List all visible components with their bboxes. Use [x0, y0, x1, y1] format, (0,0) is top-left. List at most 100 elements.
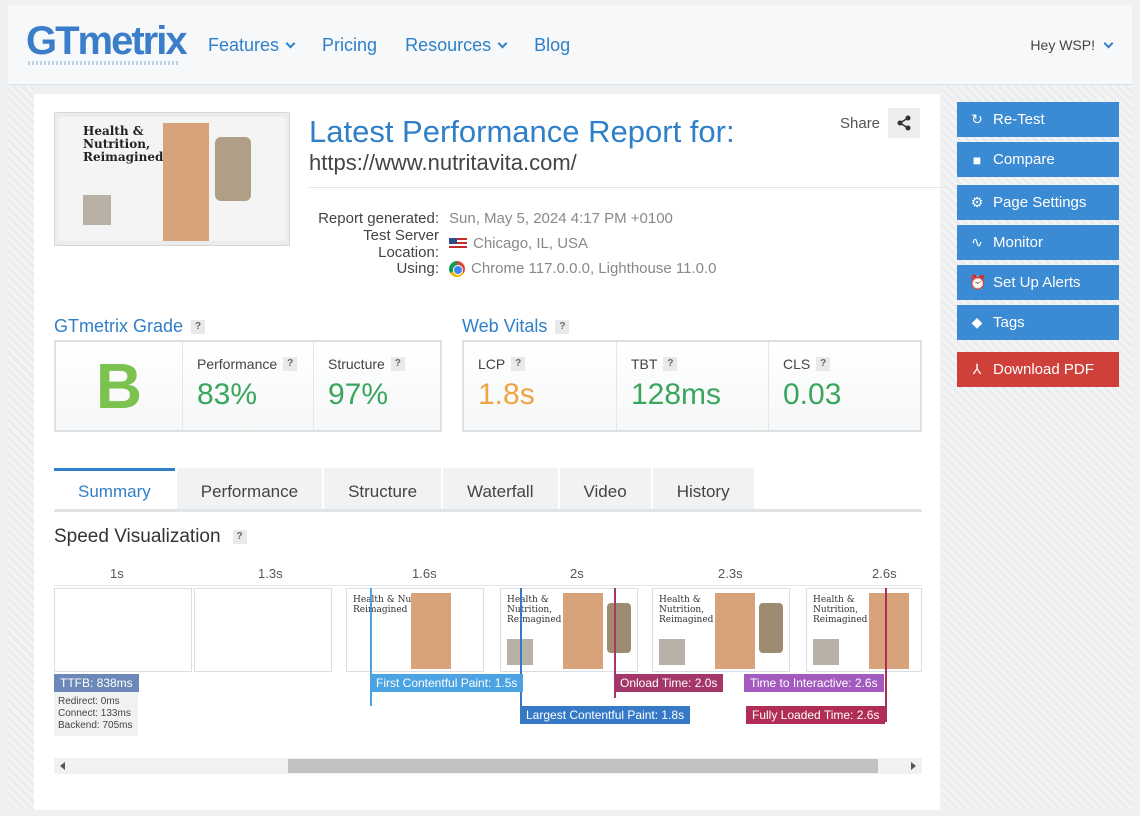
lcp-label-wrap: LCP ?: [478, 356, 602, 372]
lcp-label: LCP: [478, 356, 506, 372]
tab-history[interactable]: History: [652, 468, 754, 509]
scroll-left-icon[interactable]: [60, 762, 65, 770]
nav-blog[interactable]: Blog: [534, 35, 570, 56]
frame-heading-line: Reimagined: [659, 615, 714, 625]
logo-underline: [28, 61, 180, 65]
location-value: Chicago, IL, USA: [473, 235, 589, 252]
connect-time: Connect: 133ms: [58, 708, 131, 719]
tab-structure[interactable]: Structure: [324, 468, 442, 509]
help-icon[interactable]: ?: [191, 319, 206, 334]
action-sidebar: ↻ Re-Test ■ Compare ⚙ Page Settings ∿ Mo…: [957, 102, 1119, 392]
location-label: Test Server Location:: [363, 226, 439, 261]
nav-blog-label: Blog: [534, 35, 571, 55]
scroll-right-icon[interactable]: [911, 762, 916, 770]
pdf-icon: ⅄: [972, 361, 982, 377]
help-icon[interactable]: ?: [663, 357, 678, 371]
timeline-tick: 1s: [110, 566, 124, 581]
frame-heading-line: Reimagined: [353, 605, 408, 615]
retest-label: Re-Test: [993, 111, 1045, 128]
ttfb-breakdown: Redirect: 0ms Connect: 133ms Backend: 70…: [54, 692, 138, 736]
fully-loaded-marker[interactable]: Fully Loaded Time: 2.6s: [746, 706, 886, 724]
timeline-axis: 1s 1.3s 1.6s 2s 2.3s 2.6s: [54, 564, 922, 586]
tab-video[interactable]: Video: [559, 468, 651, 509]
thumbnail-card: [163, 123, 209, 241]
vitals-section-title: Web Vitals ?: [462, 316, 570, 337]
grade-box: B Performance ? 83% Structure ? 97%: [54, 340, 442, 432]
help-icon[interactable]: ?: [283, 357, 298, 371]
nav-pricing-label: Pricing: [322, 35, 378, 55]
nav-resources[interactable]: Resources: [405, 35, 508, 56]
ttfb-marker[interactable]: TTFB: 838ms: [54, 674, 139, 692]
nav-pricing[interactable]: Pricing: [322, 35, 377, 56]
timeline-tick: 2s: [570, 566, 584, 581]
share-button[interactable]: [888, 108, 921, 138]
report-url[interactable]: https://www.nutritavita.com/: [309, 150, 577, 176]
user-menu[interactable]: Hey WSP!: [1030, 37, 1114, 53]
page-screenshot-thumbnail[interactable]: Health & Nutrition, Reimagined: [54, 112, 290, 246]
horizontal-scrollbar[interactable]: [54, 758, 922, 774]
download-pdf-button[interactable]: ⅄ Download PDF: [957, 352, 1119, 387]
help-icon[interactable]: ?: [511, 357, 526, 371]
frame-card: [411, 593, 451, 669]
help-icon[interactable]: ?: [555, 319, 570, 334]
tab-performance[interactable]: Performance: [176, 468, 323, 509]
frame-heading: Health & Nutrition, Reimagined: [507, 595, 561, 625]
performance-value: 83%: [197, 378, 258, 411]
cls-value: 0.03: [783, 378, 842, 411]
lcp-marker[interactable]: Largest Contentful Paint: 1.8s: [520, 706, 691, 724]
scroll-thumb[interactable]: [288, 759, 878, 773]
cls-label-wrap: CLS ?: [783, 356, 906, 372]
fully-loaded-line: [885, 588, 887, 722]
frame-heading-line: Health &: [507, 595, 549, 605]
redirect-time: Redirect: 0ms: [58, 696, 120, 707]
tbt-cell: TBT ? 128ms: [616, 342, 768, 430]
page-settings-button[interactable]: ⚙ Page Settings: [957, 185, 1119, 220]
report-tabs: Summary Performance Structure Waterfall …: [54, 468, 922, 512]
meta-using: Using: Chrome 117.0.0.0, Lighthouse 11.0…: [309, 256, 729, 281]
nav-features[interactable]: Features: [208, 35, 296, 56]
frame-heading-line: Nutrition,: [507, 605, 553, 615]
lcp-value: 1.8s: [478, 378, 535, 411]
tab-waterfall[interactable]: Waterfall: [443, 468, 558, 509]
performance-label: Performance: [197, 356, 278, 372]
tags-label: Tags: [993, 314, 1025, 331]
using-value-wrap: Chrome 117.0.0.0, Lighthouse 11.0.0: [449, 260, 716, 277]
vitals-box: LCP ? 1.8s TBT ? 128ms CLS ? 0.03: [462, 340, 922, 432]
performance-cell: Performance ? 83%: [182, 342, 313, 430]
tags-button[interactable]: ◆ Tags: [957, 305, 1119, 340]
film-frame-blank: [194, 588, 332, 672]
frame-image: [659, 639, 685, 665]
speed-visualization-title: Speed Visualization ?: [54, 526, 247, 548]
chevron-down-icon: [497, 38, 508, 49]
alerts-button[interactable]: ⏰ Set Up Alerts: [957, 265, 1119, 300]
fcp-marker[interactable]: First Contentful Paint: 1.5s: [370, 674, 524, 692]
share-label: Share: [840, 114, 881, 132]
help-icon[interactable]: ?: [816, 357, 831, 371]
structure-value: 97%: [328, 378, 389, 411]
share-icon: [897, 115, 911, 131]
monitor-button[interactable]: ∿ Monitor: [957, 225, 1119, 260]
report-title: Latest Performance Report for:: [309, 114, 735, 149]
thumbnail-image: [83, 195, 111, 225]
nav-resources-label: Resources: [405, 35, 492, 55]
timeline-tick: 2.3s: [718, 566, 743, 581]
pulse-icon: ∿: [971, 234, 983, 250]
tab-summary[interactable]: Summary: [54, 468, 175, 509]
help-icon[interactable]: ?: [232, 530, 247, 544]
share-control[interactable]: Share: [840, 108, 921, 138]
cls-label: CLS: [783, 356, 811, 372]
frame-heading: Health & Nutrition, Reimagined: [659, 595, 713, 625]
alarm-clock-icon: ⏰: [969, 274, 987, 290]
structure-cell: Structure ? 97%: [313, 342, 440, 430]
page-settings-label: Page Settings: [993, 194, 1087, 211]
frame-heading: Health & Nutrition, Reimagined: [813, 595, 867, 625]
monitor-label: Monitor: [993, 234, 1044, 251]
retest-button[interactable]: ↻ Re-Test: [957, 102, 1119, 137]
frame-heading-line: Health &: [659, 595, 701, 605]
tti-marker[interactable]: Time to Interactive: 2.6s: [744, 674, 884, 692]
compare-button[interactable]: ■ Compare: [957, 142, 1119, 177]
gtmetrix-logo[interactable]: GTmetrix: [26, 19, 188, 64]
onload-marker[interactable]: Onload Time: 2.0s: [614, 674, 724, 692]
chrome-icon: [449, 260, 465, 277]
help-icon[interactable]: ?: [390, 357, 405, 371]
